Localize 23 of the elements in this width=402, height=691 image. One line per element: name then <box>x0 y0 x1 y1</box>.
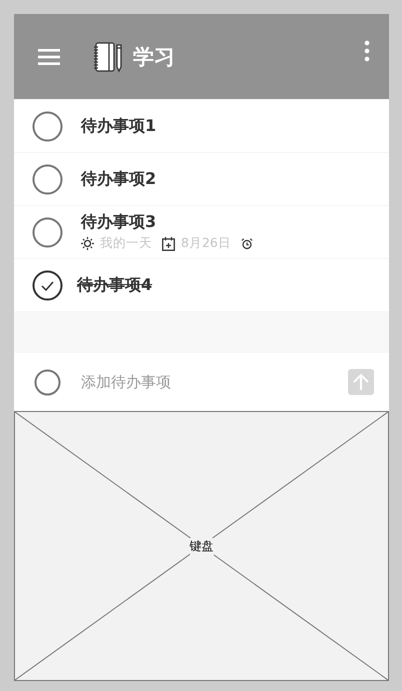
list-title: 学习 <box>133 44 176 70</box>
calendar-icon <box>162 236 175 250</box>
checkbox-circle[interactable] <box>32 164 63 194</box>
my-day-label: 我的一天 <box>100 235 152 252</box>
add-circle-icon <box>34 368 61 396</box>
more-options-icon[interactable] <box>364 40 370 62</box>
todo-title: 待办事项1 <box>80 116 158 136</box>
todo-title: 待办事项2 <box>80 168 158 190</box>
menu-icon[interactable] <box>38 48 60 66</box>
checkbox-circle[interactable] <box>32 216 63 248</box>
keyboard-label: 键盘 <box>190 538 214 554</box>
notebook-icon <box>93 40 123 72</box>
checked-circle-icon[interactable] <box>32 270 63 300</box>
todo-item[interactable]: 待办事项4 <box>14 259 389 311</box>
checkbox-circle[interactable] <box>32 110 63 142</box>
todo-title: 待办事项4 <box>76 274 154 296</box>
todo-item[interactable]: 待办事项3 我的一天 8月26日 <box>14 206 389 258</box>
todo-item[interactable]: 待办事项1 <box>14 100 389 152</box>
alarm-clock-icon <box>240 238 253 250</box>
todo-item[interactable]: 待办事项2 <box>14 153 389 205</box>
todo-title: 待办事项3 <box>80 212 158 233</box>
due-date: 8月26日 <box>181 235 231 252</box>
sun-icon <box>81 237 94 250</box>
